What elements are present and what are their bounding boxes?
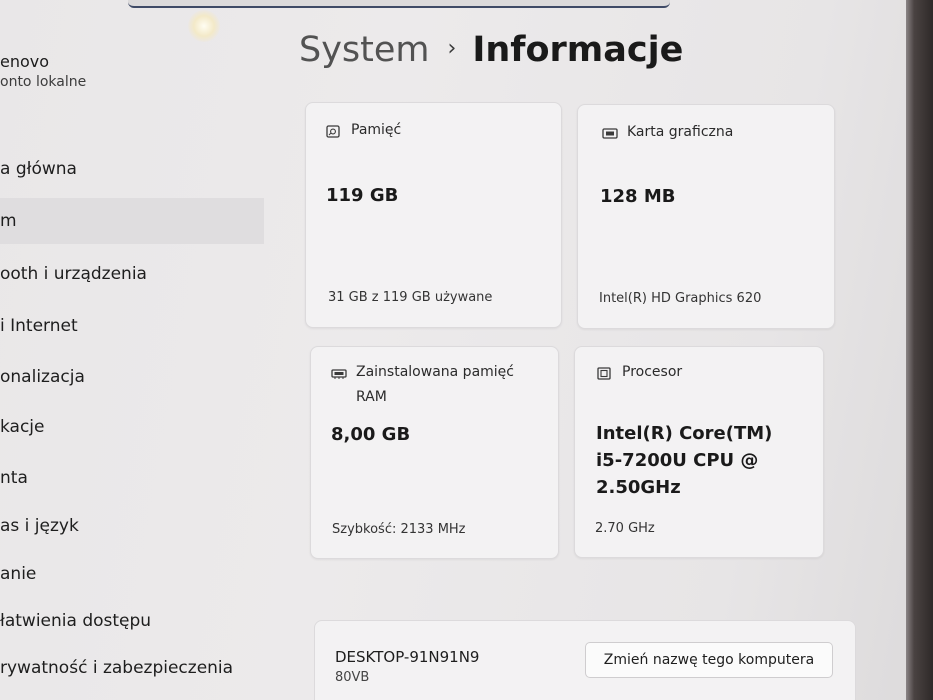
device-name: DESKTOP-91N91N9 [335,648,480,666]
nav-item-privacy-security[interactable]: rywatność i zabezpieczenia [0,645,264,691]
nav-item-gaming[interactable]: anie [0,551,264,597]
account-type: onto lokalne [0,74,87,90]
nav-item-time-language[interactable]: as i język [0,503,264,549]
nav-item-home[interactable]: a główna [0,146,264,192]
cpu-model: Intel(R) Core(TM) i5-7200U CPU @ 2.50GHz [596,420,772,501]
nav-item-personalization[interactable]: onalizacja [0,354,264,400]
cpu-speed: 2.70 GHz [595,521,655,536]
cpu-model-line1: Intel(R) Core(TM) [596,423,773,444]
nav-item-accounts[interactable]: nta [0,455,264,501]
device-card: DESKTOP-91N91N9 80VB Zmień nazwę tego ko… [314,620,856,700]
cpu-title: Procesor [622,364,683,380]
ram-title-line1: Zainstalowana pamięć [356,364,514,380]
account-name: enovo [0,52,50,71]
rename-pc-button[interactable]: Zmień nazwę tego komputera [585,642,833,678]
ram-card[interactable]: Zainstalowana pamięć RAM 8,00 GB Szybkoś… [310,346,559,559]
nav-item-bluetooth[interactable]: ooth i urządzenia [0,251,264,297]
ram-value: 8,00 GB [331,424,411,445]
storage-card[interactable]: Pamięć 119 GB 31 GB z 119 GB używane [305,102,562,328]
ram-icon [331,369,347,379]
cpu-model-line3: 2.50GHz [596,477,681,498]
nav-item-apps[interactable]: kacje [0,404,264,450]
breadcrumb: System › Informacje [299,30,683,78]
screen-glare [188,10,220,42]
gpu-icon [602,128,618,139]
screen-bezel [906,0,933,700]
cpu-icon [597,367,611,380]
cpu-model-line2: i5-7200U CPU @ [596,450,759,471]
nav-item-system[interactable]: m [0,198,264,244]
settings-window: enovo onto lokalne a główna m ooth i urz… [0,0,912,700]
page-title: Informacje [472,30,684,70]
breadcrumb-separator-icon: › [447,36,457,61]
nav-item-network[interactable]: i Internet [0,303,264,349]
cpu-card[interactable]: Procesor Intel(R) Core(TM) i5-7200U CPU … [574,346,824,558]
top-bar [128,0,670,8]
storage-usage: 31 GB z 119 GB używane [328,290,493,305]
ram-speed: Szybkość: 2133 MHz [332,522,466,537]
storage-title: Pamięć [351,122,402,138]
gpu-title: Karta graficzna [627,124,734,140]
breadcrumb-system-link[interactable]: System [299,30,430,70]
ram-title: Zainstalowana pamięć RAM [356,360,514,410]
gpu-card[interactable]: Karta graficzna 128 MB Intel(R) HD Graph… [577,104,835,329]
ram-title-line2: RAM [356,389,387,405]
storage-icon [326,125,340,138]
device-model: 80VB [335,670,370,685]
storage-value: 119 GB [326,185,399,206]
nav-item-accessibility[interactable]: łatwienia dostępu [0,598,264,644]
gpu-name: Intel(R) HD Graphics 620 [599,291,762,306]
gpu-value: 128 MB [600,186,676,207]
